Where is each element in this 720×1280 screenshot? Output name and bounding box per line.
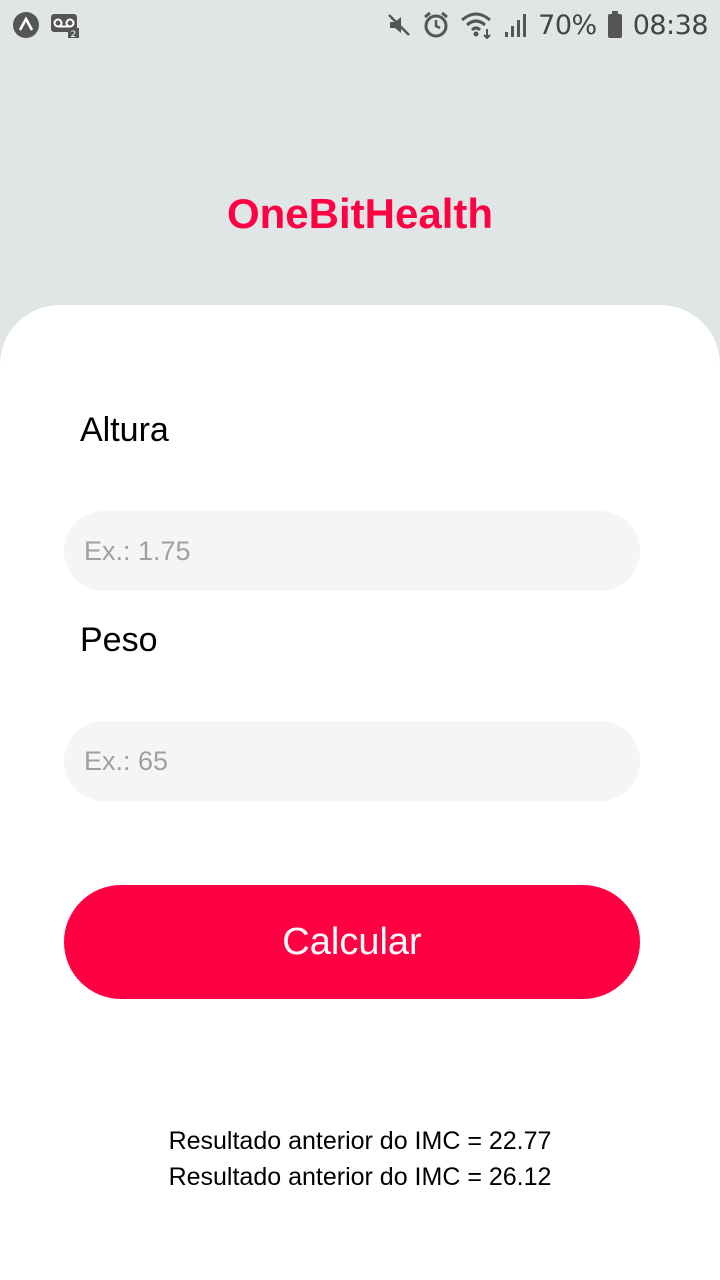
history-item: Resultado anterior do IMC = 26.12	[168, 1163, 552, 1191]
mute-icon	[386, 12, 412, 38]
voicemail-icon: 2	[50, 12, 80, 38]
height-label: Altura	[80, 411, 169, 449]
status-left-icons: 2	[12, 11, 80, 39]
svg-text:2: 2	[71, 30, 77, 38]
clock: 08:38	[632, 9, 709, 41]
weight-input[interactable]	[64, 721, 640, 801]
alarm-icon	[422, 11, 450, 39]
weight-label: Peso	[80, 621, 158, 659]
status-right-icons: 70% 08:38	[386, 9, 709, 41]
status-bar: 2 70% 08:38	[0, 0, 720, 50]
calculate-button[interactable]: Calcular	[64, 885, 640, 999]
app-a-icon	[12, 11, 40, 39]
form-card: Altura Peso Calcular Resultado anterior …	[0, 305, 720, 1280]
battery-icon	[607, 11, 623, 39]
signal-icon	[504, 12, 528, 38]
wifi-icon	[460, 11, 494, 39]
battery-percent: 70%	[538, 9, 597, 41]
history-list: Resultado anterior do IMC = 22.77 Result…	[0, 1123, 720, 1195]
history-item: Resultado anterior do IMC = 22.77	[168, 1127, 552, 1155]
app-title: OneBitHealth	[226, 190, 494, 237]
height-input[interactable]	[64, 511, 640, 591]
